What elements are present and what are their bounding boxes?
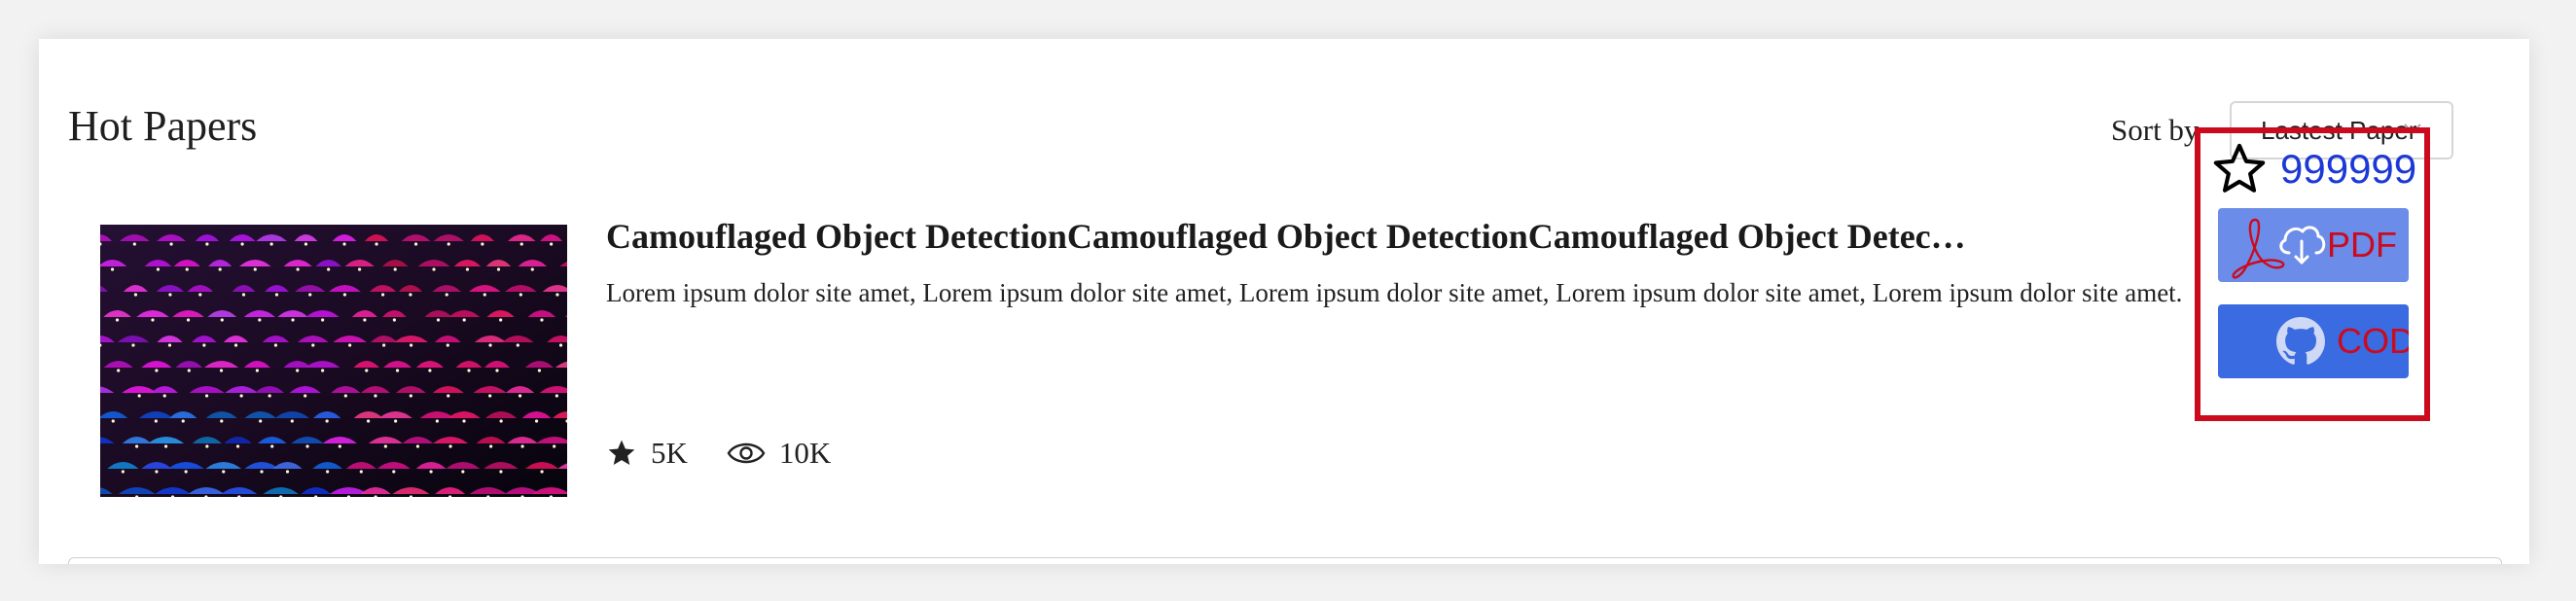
stars-count: 5K xyxy=(651,436,688,470)
code-button[interactable]: CODE xyxy=(2218,304,2409,378)
favorite-count: 999999 xyxy=(2280,146,2417,192)
hot-papers-card: Hot Papers Sort by Lastest Paper Camoufl… xyxy=(39,39,2529,564)
stars-stat: 5K xyxy=(606,436,688,471)
star-icon xyxy=(608,440,635,465)
paper-stats: 5K 10K xyxy=(606,434,831,473)
paper-title[interactable]: Camouflaged Object DetectionCamouflaged … xyxy=(606,216,1968,258)
section-title: Hot Papers xyxy=(68,102,258,150)
eye-icon xyxy=(727,442,766,464)
favorite-row[interactable]: 999999 xyxy=(2210,140,2416,198)
paper-abstract: Lorem ipsum dolor site amet, Lorem ipsum… xyxy=(606,278,2183,307)
pdf-button[interactable]: PDF xyxy=(2218,208,2409,282)
pdf-button-label: PDF xyxy=(2327,225,2397,265)
star-outline-icon[interactable] xyxy=(2210,141,2269,197)
sort-label: Sort by xyxy=(2111,113,2200,147)
code-button-label: CODE xyxy=(2337,321,2409,361)
umbrella-lights-image xyxy=(100,225,567,497)
views-stat: 10K xyxy=(727,436,831,471)
next-paper-card xyxy=(68,557,2502,564)
paper-thumbnail[interactable] xyxy=(100,225,567,497)
views-count: 10K xyxy=(778,436,832,470)
github-icon xyxy=(2276,317,2325,365)
cloud-download-icon xyxy=(2279,226,2326,265)
